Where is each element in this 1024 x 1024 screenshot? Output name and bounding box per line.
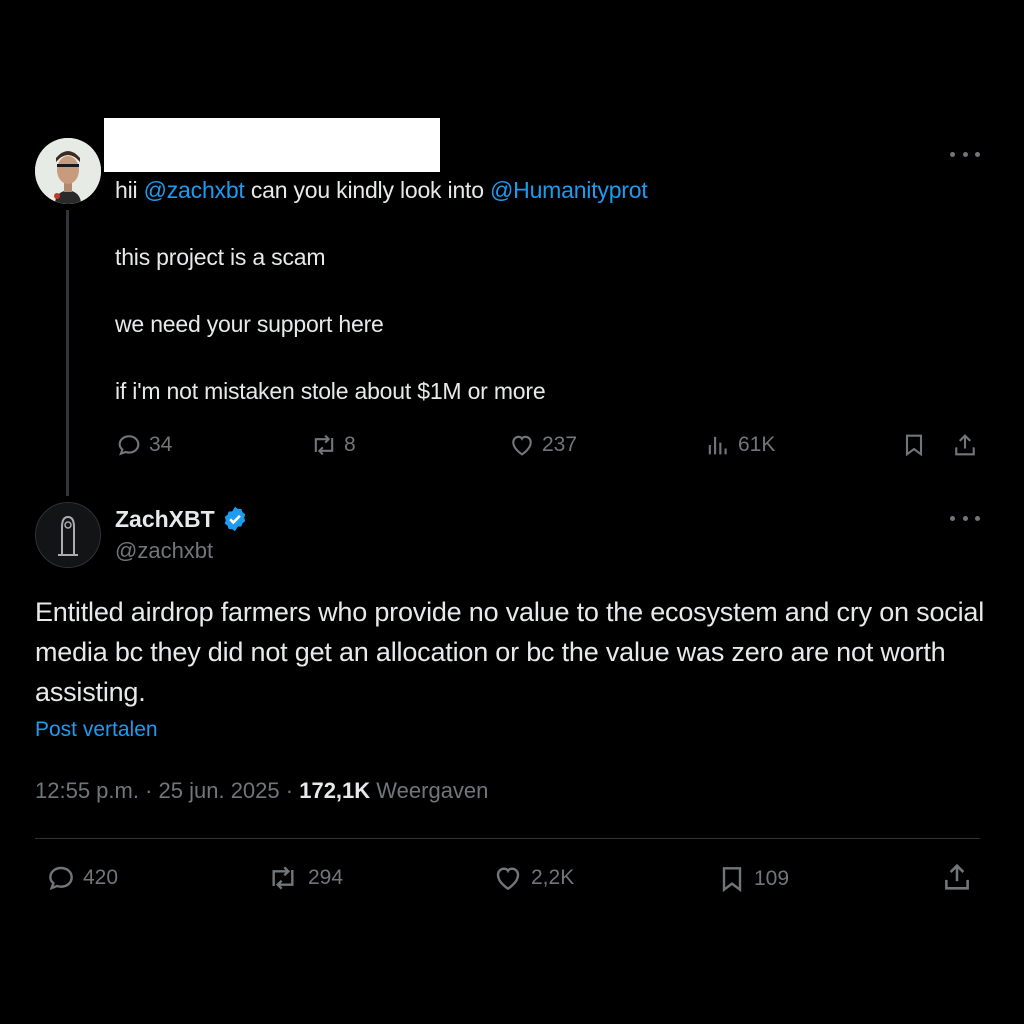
like-count: 237 (542, 433, 578, 456)
reply-button[interactable]: 34 (115, 431, 172, 459)
like-icon (512, 435, 532, 456)
repost-icon (272, 866, 294, 890)
tweet-time[interactable]: 12:55 p.m. (35, 778, 139, 803)
bookmark-button[interactable] (900, 431, 928, 459)
parent-tweet-line-1: hii @zachxbt can you kindly look into @H… (115, 177, 648, 204)
divider (35, 838, 980, 839)
like-icon (496, 867, 520, 891)
meta-separator: · (285, 778, 294, 803)
reply-count: 34 (149, 433, 173, 456)
share-icon (955, 434, 975, 456)
mention-link[interactable]: @zachxbt (144, 177, 245, 203)
thread-connector-line (66, 210, 69, 496)
display-name-text: ZachXBT (115, 505, 215, 532)
parent-avatar[interactable] (35, 138, 101, 204)
like-button[interactable]: 2,2K (491, 862, 574, 894)
reply-count: 420 (83, 866, 119, 889)
meta-separator: · (145, 778, 153, 803)
views-total: 172,1K (299, 778, 371, 803)
share-button[interactable] (951, 431, 979, 459)
redacted-username-block (104, 118, 440, 172)
views-label: Weergaven (376, 778, 489, 803)
display-name[interactable]: ZachXBT (115, 505, 249, 533)
share-button[interactable] (940, 860, 974, 894)
tweet-date[interactable]: 25 jun. 2025 (159, 778, 280, 803)
mention-link[interactable]: @Humanityprot (490, 177, 648, 203)
like-button[interactable]: 237 (508, 431, 577, 459)
tweet-thread: hii @zachxbt can you kindly look into @H… (0, 0, 1024, 1024)
bookmark-count: 109 (754, 867, 790, 890)
reply-icon (49, 866, 73, 891)
repost-icon (314, 434, 334, 456)
tweet-body: Entitled airdrop farmers who provide no … (35, 597, 984, 707)
views-button[interactable]: 61K (704, 431, 775, 459)
like-count: 2,2K (531, 866, 575, 889)
parent-text: can you kindly look into (244, 177, 491, 203)
parent-text: hii (115, 177, 144, 203)
share-icon (945, 863, 969, 890)
bookmark-button[interactable]: 109 (716, 862, 789, 896)
reply-button[interactable]: 420 (45, 862, 118, 894)
user-handle[interactable]: @zachxbt (115, 538, 213, 564)
reply-icon (118, 435, 140, 456)
tweet-meta: 12:55 p.m. · 25 jun. 2025 · 172,1K Weerg… (35, 778, 488, 804)
repost-count: 294 (308, 866, 344, 889)
verified-badge-icon (224, 506, 245, 532)
parent-tweet-line-2: this project is a scam (115, 244, 326, 270)
repost-button[interactable]: 8 (310, 431, 356, 459)
more-icon[interactable] (950, 508, 980, 528)
bookmark-icon (905, 434, 923, 457)
parent-tweet-line-3: we need your support here (115, 311, 384, 337)
zachxbt-avatar[interactable] (35, 502, 101, 568)
views-icon (708, 436, 727, 455)
bookmark-icon (722, 867, 742, 893)
translate-post-link[interactable]: Post vertalen (35, 718, 158, 742)
repost-count: 8 (344, 433, 356, 456)
views-count: 61K (738, 433, 776, 456)
repost-button[interactable]: 294 (264, 862, 343, 894)
more-icon[interactable] (950, 144, 980, 164)
parent-tweet-line-4: if i'm not mistaken stole about $1M or m… (115, 378, 546, 404)
